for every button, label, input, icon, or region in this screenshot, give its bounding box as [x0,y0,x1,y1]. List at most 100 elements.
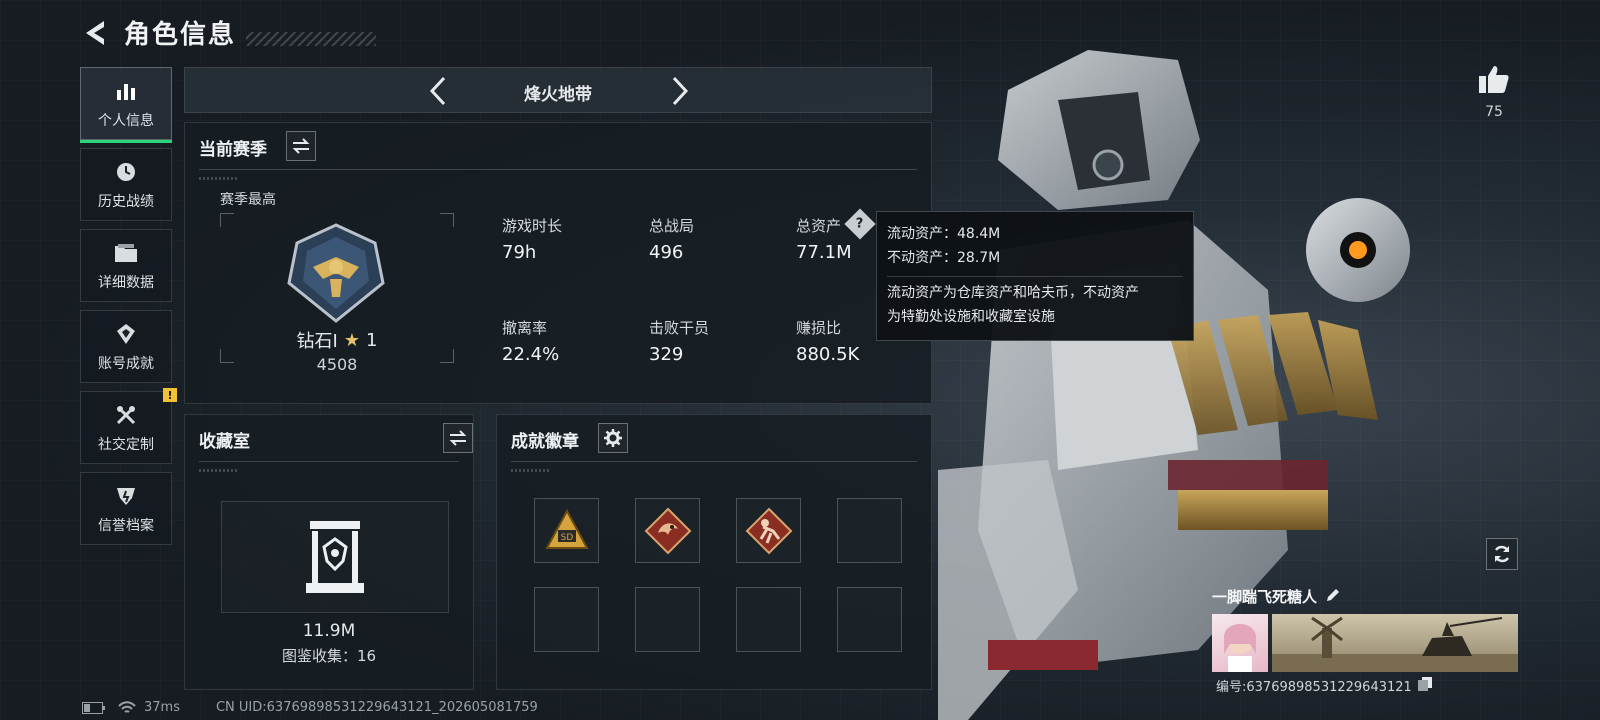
achievement-icon [113,321,139,347]
chevron-right-icon [672,76,689,106]
battery-icon [82,701,105,714]
stat-profit-ratio-value: 880.5K [796,344,860,365]
collection-preview [221,501,449,613]
folder-icon [113,240,139,266]
stat-kills-value: 329 [649,344,684,365]
stat-playtime-label: 游戏时长 [502,217,563,235]
divider-decoration [511,469,551,472]
edit-name-button[interactable] [1325,587,1341,607]
runner-badge-icon [745,507,792,554]
sidebar-item-label: 信誉档案 [98,517,154,534]
swap-icon [449,430,467,446]
badge-slot-2[interactable] [635,498,700,563]
uid-text: CN UID:6376989853122964312​1_20260508175… [215,700,538,715]
sidebar-item-label: 详细数据 [98,274,154,291]
sidebar-item-social[interactable]: ! 社交定制 [80,388,177,464]
achievements-title: 成就徽章 [511,432,579,452]
season-best-label: 赛季最高 [220,192,276,208]
stat-kills-label: 击败干员 [649,319,710,337]
player-name-row: 一脚踹飞死糖人 [1212,586,1341,607]
mode-selector: 烽火地带 [184,67,932,113]
stat-playtime-value: 79h [502,242,537,263]
display-case-icon [306,521,364,593]
divider [511,461,917,462]
status-bar: 37ms CN UID:6376989853122964312​1_202605… [82,700,538,715]
svg-text:SD: SD [560,533,573,543]
name-card-banner [1272,614,1518,672]
thumbs-up-icon [1479,66,1509,93]
sidebar-item-label: 社交定制 [98,436,154,453]
rank-row: 钻石I ★ 1 [220,327,454,353]
copy-id-button[interactable] [1417,676,1432,695]
sidebar-item-history[interactable]: 历史战绩 [80,148,172,221]
stat-extract-rate-label: 撤离率 [502,319,548,337]
player-card[interactable] [1212,614,1518,672]
refresh-button[interactable] [1486,538,1518,570]
rank-display: 钻石I ★ 1 4508 [220,213,454,374]
warning-badge: ! [163,388,177,402]
copy-icon [1417,676,1432,691]
tooltip-liquid-assets: 流动资产：48.4M [887,226,1001,242]
dragon-badge-icon [644,507,691,554]
sidebar-item-achievements[interactable]: 账号成就 [80,310,172,383]
bar-chart-icon [113,78,139,104]
sidebar-item-label: 历史战绩 [98,193,154,210]
mode-title: 烽火地带 [524,85,592,105]
badge-slot-3[interactable] [736,498,801,563]
rank-emblem-icon [287,223,385,323]
tools-icon [113,402,139,428]
rank-name: 钻石I [296,331,338,352]
sd-badge-icon: SD [544,508,589,549]
badge-slot-6[interactable] [635,587,700,652]
pencil-icon [1327,588,1340,601]
stat-matches-value: 496 [649,242,684,263]
badge-slot-7[interactable] [736,587,801,652]
divider [199,461,459,462]
frame-corner [440,213,454,227]
frame-corner [220,213,234,227]
achievements-settings-button[interactable] [598,423,628,453]
tooltip-description-line1: 流动资产为仓库资产和哈夫币，不动资产 [887,285,1139,301]
refresh-icon [1494,545,1510,563]
season-switch-button[interactable] [286,131,316,161]
player-id: 编号:637698985312296431​21 [1216,680,1412,695]
player-name: 一脚踹飞死糖人 [1212,588,1318,606]
star-icon: ★ [343,329,360,351]
collection-panel[interactable]: 收藏室 11.9M 图鉴收集：16 [184,414,474,690]
ping-value: 37ms [144,700,180,715]
stat-profit-ratio-label: 赚损比 [796,319,842,337]
divider [199,169,917,170]
page-title: 角色信息 [124,20,237,50]
stat-assets-value: 77.1M [796,242,852,263]
sidebar: 个人信息 历史战绩 详细数据 账号成就 ! 社交定制 信誉档案 [80,67,177,553]
divider-decoration [199,177,239,180]
badge-slot-8[interactable] [837,587,902,652]
collection-title: 收藏室 [199,432,250,452]
avatar[interactable] [1212,614,1268,672]
mode-next-button[interactable] [665,74,695,108]
header-decoration [246,31,377,46]
collection-switch-button[interactable] [443,423,473,453]
divider-decoration [199,469,239,472]
player-id-row: 编号:637698985312296431​21 [1216,676,1432,695]
badge-slot-4[interactable] [837,498,902,563]
stat-extract-rate-value: 22.4% [502,344,560,365]
back-button[interactable] [80,15,110,51]
badge-slot-1[interactable]: SD [534,498,599,563]
sidebar-item-credit[interactable]: 信誉档案 [80,472,172,545]
collection-value: 11.9M [302,621,356,641]
clock-icon [113,159,139,185]
assets-tooltip: 流动资产：48.4M 不动资产：28.7M 流动资产为仓库资产和哈夫币，不动资产… [876,211,1194,341]
like-count: 75 [1485,104,1503,120]
like-button[interactable]: 75 [1474,64,1514,120]
rank-stars: 1 [366,329,378,351]
collection-count: 图鉴收集：16 [281,647,377,665]
sidebar-item-label: 账号成就 [98,355,154,372]
badge-slot-5[interactable] [534,587,599,652]
swap-icon [292,138,310,154]
sidebar-item-personal-info[interactable]: 个人信息 [80,67,172,143]
rank-points: 4508 [316,355,358,374]
wifi-icon [118,700,136,713]
sidebar-item-label: 个人信息 [98,112,154,129]
sidebar-item-detailed-data[interactable]: 详细数据 [80,229,172,302]
